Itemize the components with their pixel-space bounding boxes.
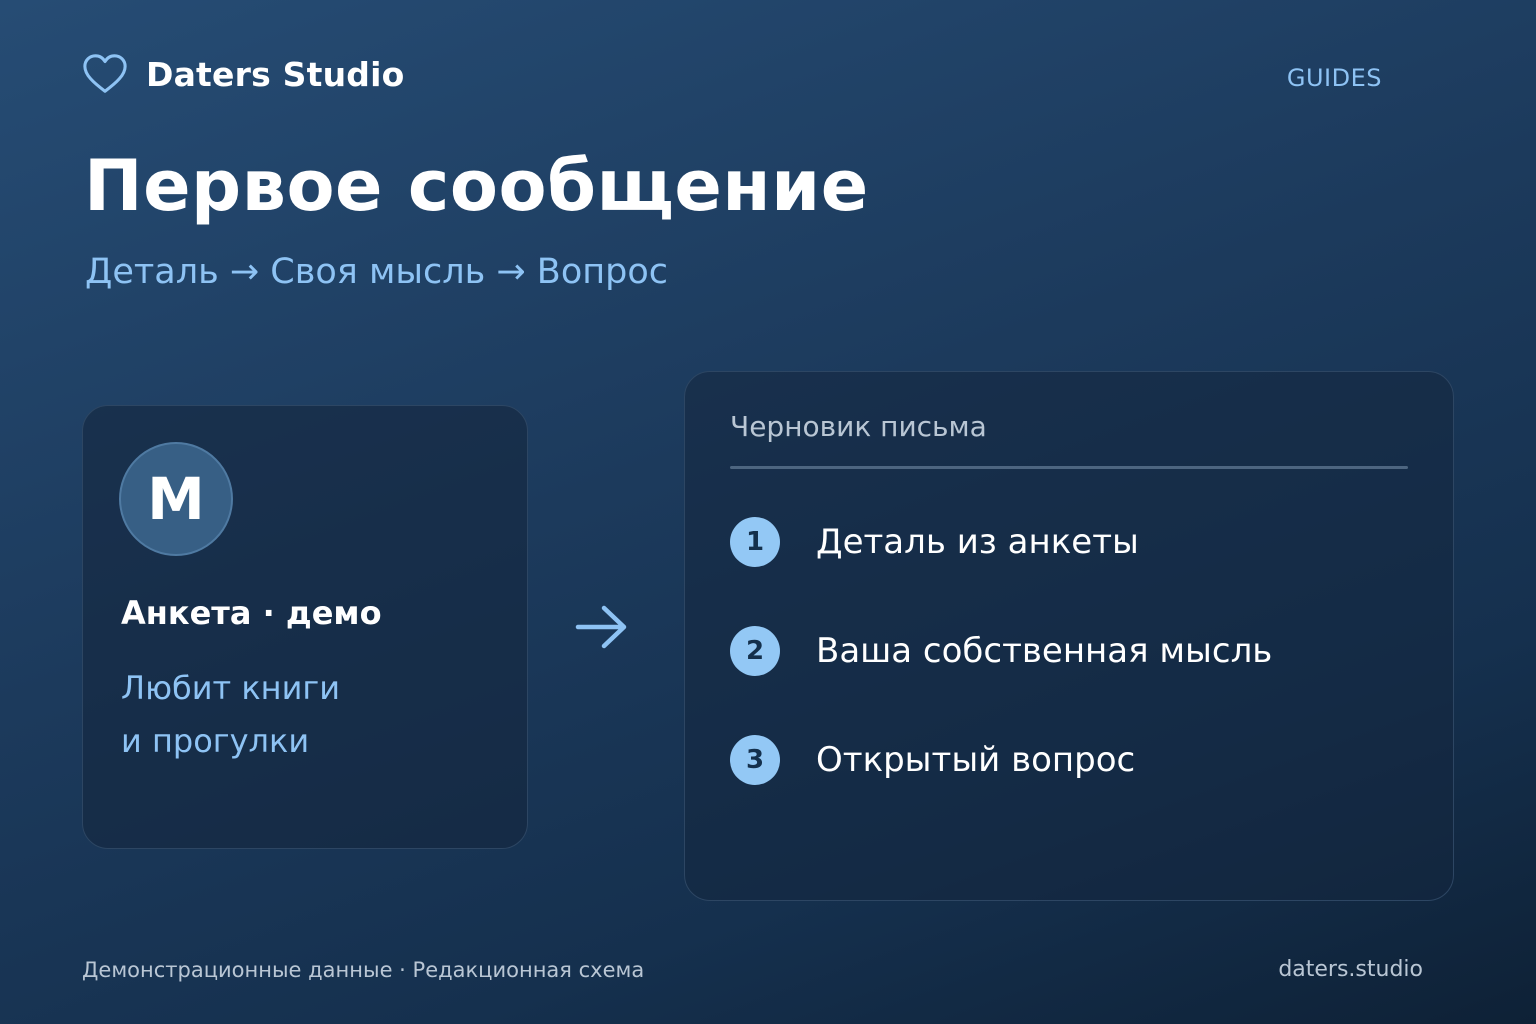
step-number-badge: 1 — [730, 517, 780, 567]
nav-guides-link[interactable]: GUIDES — [1287, 64, 1382, 92]
avatar: М — [119, 442, 233, 556]
step-number-badge: 3 — [730, 735, 780, 785]
arrow-right-icon — [575, 605, 627, 649]
step-label: Открытый вопрос — [816, 740, 1136, 780]
profile-label: Анкета · демо — [121, 594, 382, 632]
profile-detail-line: и прогулки — [121, 722, 310, 760]
draft-card: Черновик письма 1 Деталь из анкеты 2 Ваш… — [684, 371, 1454, 901]
draft-divider — [730, 466, 1408, 469]
step-number-badge: 2 — [730, 626, 780, 676]
footer-site-link[interactable]: daters.studio — [1278, 957, 1423, 982]
draft-step: 2 Ваша собственная мысль — [730, 626, 1272, 676]
draft-step: 1 Деталь из анкеты — [730, 517, 1139, 567]
profile-detail-line: Любит книги — [121, 669, 340, 707]
page-subtitle: Деталь → Своя мысль → Вопрос — [85, 252, 668, 292]
heart-outline-icon — [83, 54, 127, 93]
page-title: Первое сообщение — [84, 145, 869, 227]
footer-note: Демонстрационные данные · Редакционная с… — [82, 958, 645, 982]
brand-name: Daters Studio — [146, 54, 405, 94]
profile-card: М Анкета · демо Любит книги и прогулки — [82, 405, 528, 849]
draft-step: 3 Открытый вопрос — [730, 735, 1135, 785]
draft-title: Черновик письма — [730, 410, 987, 443]
brand[interactable]: Daters Studio — [82, 52, 404, 96]
profile-detail: Любит книги и прогулки — [121, 662, 340, 768]
step-label: Деталь из анкеты — [816, 522, 1139, 562]
step-label: Ваша собственная мысль — [816, 631, 1273, 671]
